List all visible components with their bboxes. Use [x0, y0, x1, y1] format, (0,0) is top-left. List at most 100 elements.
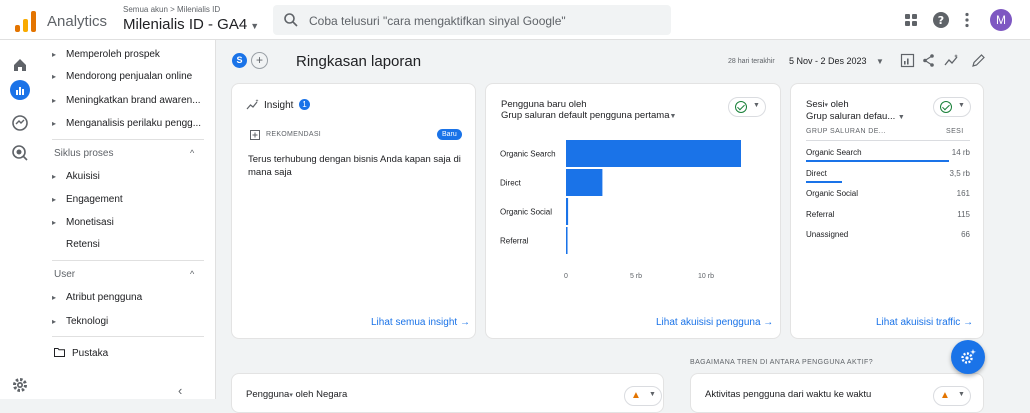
sidebar-item-teknologi[interactable]: ▸ Teknologi: [52, 316, 108, 327]
recommendation-icon: [250, 130, 260, 140]
card-subtitle[interactable]: Grup saluran defau... ▼: [806, 111, 905, 122]
chevron-up-icon[interactable]: ^: [190, 269, 194, 279]
chevron-down-icon: ▼: [250, 21, 260, 31]
channel-name: Direct: [806, 168, 827, 178]
page-title: Ringkasan laporan: [296, 53, 422, 70]
settings-gear-icon[interactable]: [9, 374, 31, 396]
chevron-up-icon[interactable]: ^: [190, 148, 194, 158]
customize-report-icon[interactable]: [900, 53, 915, 68]
search-bar[interactable]: Coba telusuri "cara mengaktifkan sinyal …: [273, 5, 671, 35]
date-range-label[interactable]: 28 hari terakhir: [728, 58, 775, 65]
share-bar: [806, 180, 843, 183]
top-app-bar: Analytics Semua akun > Milenialis ID Mil…: [0, 0, 1030, 40]
chevron-right-icon: ▸: [52, 72, 57, 81]
warning-icon: ▲: [940, 390, 950, 401]
view-user-acquisition-link[interactable]: Lihat akuisisi pengguna →: [656, 317, 773, 328]
apps-grid-icon[interactable]: [902, 11, 920, 29]
help-icon[interactable]: ?: [932, 11, 950, 29]
users-by-country-card: Pengguna▾ oleh Negara ▲ ▼: [231, 373, 664, 413]
sparkle-gear-icon: [961, 349, 976, 364]
chevron-right-icon: ▸: [52, 172, 57, 181]
sidebar-item-retensi[interactable]: Retensi: [66, 239, 100, 250]
column-header-sessions[interactable]: SESI: [946, 128, 964, 135]
edit-pencil-icon[interactable]: [971, 53, 986, 68]
sidebar-item-monetisasi[interactable]: ▸ Monetisasi: [52, 217, 114, 228]
collapse-sidebar-button[interactable]: ‹: [178, 383, 182, 398]
sidebar-item-brand[interactable]: ▸ Meningkatkan brand awaren...: [52, 95, 201, 106]
sidebar-item-perilaku[interactable]: ▸ Menganalisis perilaku pengg...: [52, 118, 201, 129]
property-selector[interactable]: Milenialis ID - GA4 ▼: [123, 16, 259, 33]
avatar[interactable]: M: [990, 9, 1012, 31]
search-icon: [284, 13, 298, 27]
table-row[interactable]: Organic Social 161: [806, 189, 970, 198]
sessions-value: 14 rb: [951, 148, 970, 157]
insights-sparkle-icon: [246, 99, 259, 110]
new-badge: Baru: [437, 129, 462, 140]
sidebar-item-atribut[interactable]: ▸ Atribut pengguna: [52, 292, 142, 303]
chevron-down-icon[interactable]: ▼: [876, 57, 884, 66]
property-name: Milenialis ID - GA4: [123, 16, 248, 33]
column-header-channel[interactable]: GRUP SALURAN DE...: [806, 128, 886, 135]
chevron-right-icon: ▸: [52, 293, 57, 302]
card-subtitle[interactable]: Grup saluran default pengguna pertama▼: [501, 110, 676, 121]
card-title[interactable]: Pengguna▾ oleh Negara: [246, 389, 347, 400]
sidebar-item-engagement[interactable]: ▸ Engagement: [52, 194, 123, 205]
card-title[interactable]: Sesi▾ oleh: [806, 99, 849, 110]
chevron-down-icon: ▼: [958, 391, 965, 398]
data-quality-button[interactable]: ▼: [933, 97, 971, 117]
divider: [52, 336, 204, 337]
explore-icon[interactable]: [9, 112, 31, 134]
section-lifecycle-title[interactable]: Siklus proses: [54, 148, 113, 159]
insights-sparkle-icon[interactable]: [944, 53, 959, 68]
card-title[interactable]: Pengguna baru oleh: [501, 99, 587, 110]
table-row[interactable]: Unassigned 66: [806, 230, 970, 239]
check-circle-icon: [735, 101, 747, 113]
reports-icon[interactable]: [9, 79, 31, 101]
view-all-insights-link[interactable]: Lihat semua insight →: [371, 317, 470, 328]
table-row[interactable]: Referral 115: [806, 210, 970, 219]
channel-name: Unassigned: [806, 230, 849, 239]
view-traffic-acquisition-link[interactable]: Lihat akuisisi traffic →: [876, 317, 973, 328]
new-users-card: Pengguna baru oleh Grup saluran default …: [485, 83, 781, 339]
section-user-title[interactable]: User: [54, 269, 75, 280]
warning-icon: ▲: [631, 390, 641, 401]
account-breadcrumb[interactable]: Semua akun > Milenialis ID: [123, 5, 220, 14]
date-range-value[interactable]: 5 Nov - 2 Des 2023: [789, 56, 867, 66]
chevron-down-icon: ▼: [897, 114, 905, 121]
sessions-value: 3,5 rb: [949, 168, 970, 178]
analytics-assistant-button[interactable]: [951, 340, 985, 374]
sessions-value: 115: [957, 209, 970, 219]
add-comparison-button[interactable]: +: [251, 52, 268, 69]
insight-text[interactable]: Terus terhubung dengan bisnis Anda kapan…: [248, 153, 463, 179]
sidebar-item-prospek[interactable]: ▸ Memperoleh prospek: [52, 49, 160, 60]
chevron-right-icon: ▸: [52, 50, 57, 59]
sidebar-item-library[interactable]: Pustaka: [54, 348, 108, 359]
chevron-down-icon: ▾: [824, 102, 828, 109]
folder-icon: [54, 348, 65, 357]
table-row[interactable]: Organic Search 14 rb: [806, 148, 970, 162]
channel-name: Organic Search: [806, 148, 862, 157]
chevron-right-icon: ▸: [52, 218, 57, 227]
more-vert-icon[interactable]: [958, 11, 976, 29]
analytics-logo-icon[interactable]: [14, 10, 38, 32]
recommendation-label: REKOMENDASI: [266, 131, 322, 138]
sidebar: ▸ Memperoleh prospek ▸ Mendorong penjualan…: [40, 40, 216, 399]
sidebar-item-akuisisi[interactable]: ▸ Akuisisi: [52, 171, 100, 182]
channel-name: Organic Social: [806, 189, 859, 198]
insight-title: Insight: [264, 100, 294, 111]
app-name: Analytics: [47, 13, 108, 30]
sidebar-item-penjualan[interactable]: ▸ Mendorong penjualan online: [52, 71, 192, 82]
share-icon[interactable]: [921, 53, 936, 68]
data-quality-warning-button[interactable]: ▲ ▼: [624, 386, 662, 406]
table-row[interactable]: Direct 3,5 rb: [806, 168, 970, 183]
card-title[interactable]: Aktivitas pengguna dari waktu ke waktu: [705, 389, 871, 400]
divider: [52, 260, 204, 261]
advertising-icon[interactable]: [9, 142, 31, 164]
header-divider: [806, 140, 970, 141]
segment-badge[interactable]: S: [232, 53, 247, 68]
chevron-down-icon: ▼: [958, 102, 965, 109]
user-activity-card: Aktivitas pengguna dari waktu ke waktu ▲…: [690, 373, 984, 413]
data-quality-button[interactable]: ▼: [728, 97, 766, 117]
home-icon[interactable]: [9, 54, 31, 76]
data-quality-warning-button[interactable]: ▲ ▼: [933, 386, 971, 406]
